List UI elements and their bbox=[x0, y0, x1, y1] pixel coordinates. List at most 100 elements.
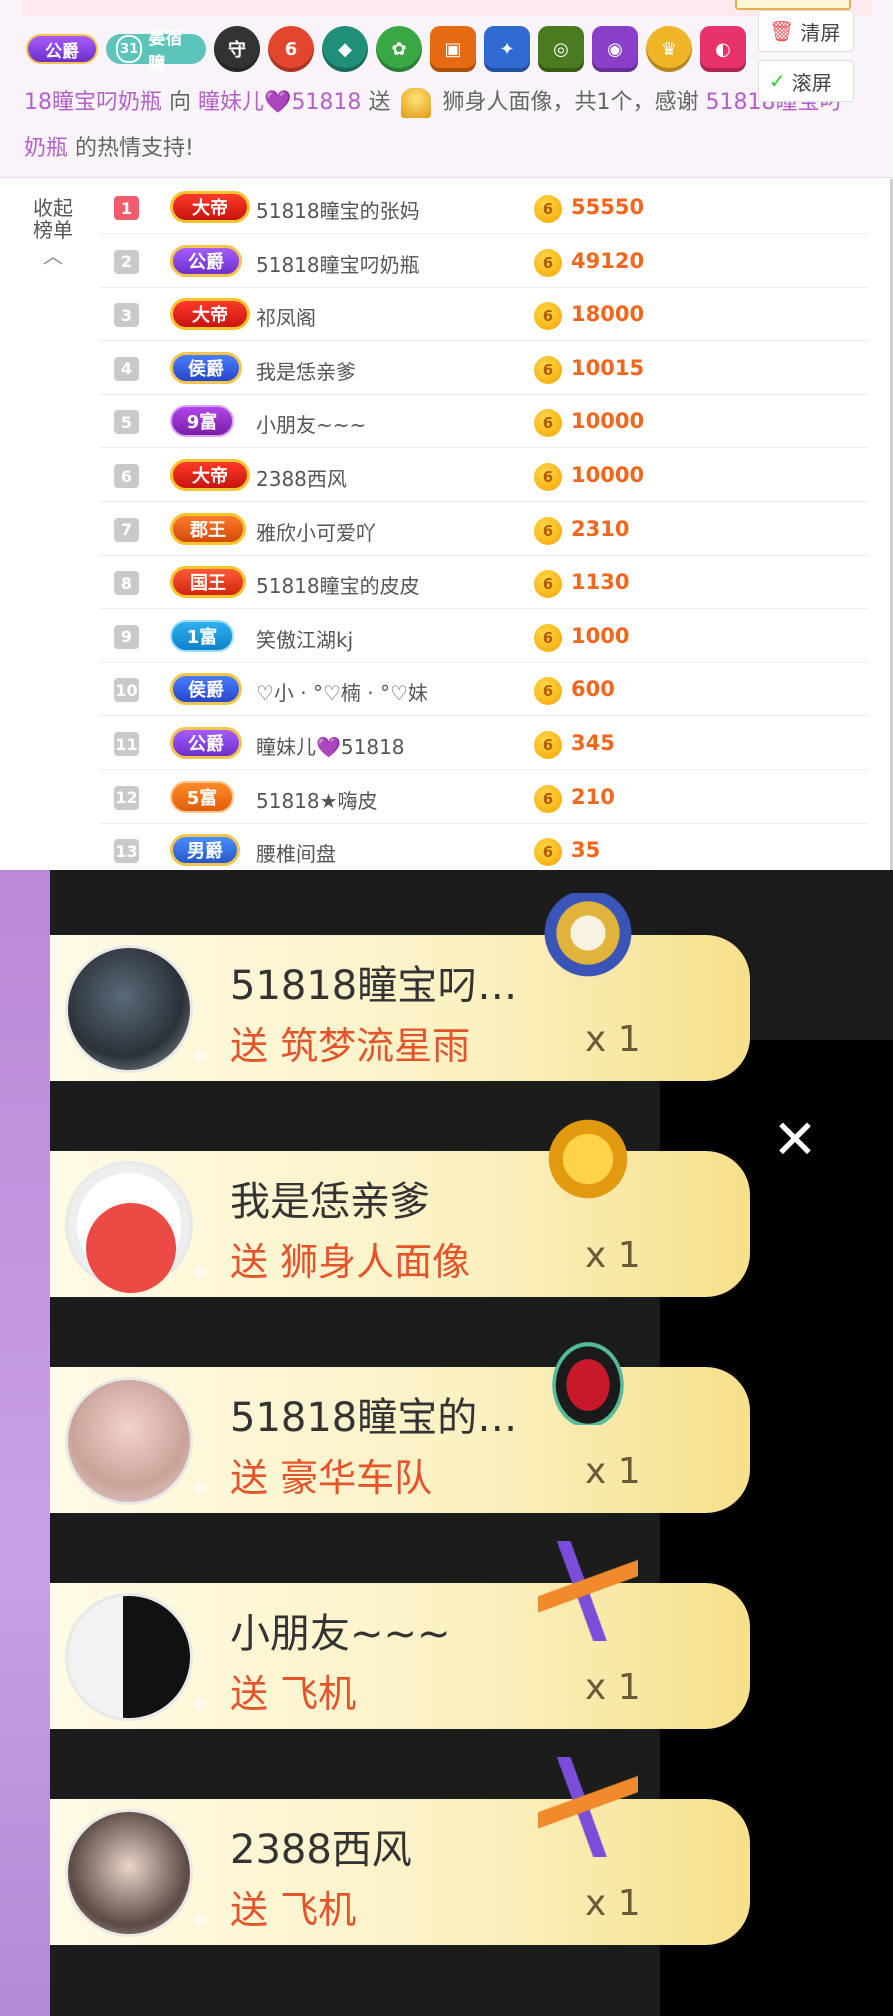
gift-sent-label: 送 狮身人面像 bbox=[230, 1240, 471, 1284]
gift-count: x 1 bbox=[585, 1883, 641, 1924]
score-value: 1000 bbox=[571, 623, 630, 648]
room-id-box bbox=[735, 0, 851, 10]
leaderboard-row[interactable]: 4 侯爵 我是恁亲爹 6 10015 bbox=[100, 342, 868, 395]
leaderboard-row[interactable]: 10 侯爵 ♡小 · °♡楠 · °♡妹 6 600 bbox=[100, 663, 868, 717]
leaderboard-row[interactable]: 3 大帝 祁凤阁 6 18000 bbox=[100, 288, 868, 342]
sender-name[interactable]: 18瞳宝叼奶瓶 bbox=[24, 90, 162, 115]
coin-icon: 6 bbox=[534, 409, 562, 438]
scroll-screen-button[interactable]: ✓ 滚屏 bbox=[758, 60, 854, 102]
collapse-board-button[interactable]: 收起 榜单 ︿ bbox=[28, 197, 78, 267]
spiral-medal-icon: ◎ bbox=[538, 26, 584, 72]
user-name[interactable]: 小朋友~~~ bbox=[256, 409, 366, 438]
avatar[interactable] bbox=[65, 1809, 193, 1937]
leaderboard-row[interactable]: 13 男爵 腰椎间盘 6 35 bbox=[100, 824, 868, 870]
user-name[interactable]: ♡小 · °♡楠 · °♡妹 bbox=[256, 677, 428, 706]
notice-line-2: 18瞳宝叼奶瓶 向 瞳妹儿💜51818 送 狮身人面像，共1个，感谢 51818… bbox=[24, 84, 841, 118]
gift-sent-label: 送 飞机 bbox=[230, 1888, 357, 1932]
gift-sent-label: 送 豪华车队 bbox=[230, 1456, 433, 1500]
user-name[interactable]: 笑傲江湖kj bbox=[256, 624, 353, 653]
gift-text: 狮身人面像，共1个，感谢 bbox=[442, 90, 699, 115]
flower-medal-icon: ✿ bbox=[376, 26, 422, 72]
coin-icon: 6 bbox=[534, 355, 562, 384]
receiver-name[interactable]: 瞳妹儿💜51818 bbox=[198, 90, 361, 115]
score-value: 2310 bbox=[571, 516, 630, 541]
coin-icon: 6 bbox=[534, 731, 562, 759]
user-name[interactable]: 腰椎间盘 bbox=[256, 838, 336, 867]
user-name[interactable]: 51818★嗨皮 bbox=[256, 785, 378, 814]
user-name[interactable]: 51818瞳宝叼奶瓶 bbox=[256, 249, 420, 278]
leaderboard-row[interactable]: 7 郡王 雅欣小可爱吖 6 2310 bbox=[100, 503, 868, 556]
gift-count: x 1 bbox=[585, 1451, 641, 1492]
gift-card: 2388西风送 飞机 x 1 ✦ bbox=[50, 1757, 750, 1945]
noble-title-badge: 大帝 bbox=[170, 191, 250, 223]
airplane-gift-icon bbox=[538, 1757, 638, 1857]
gifter-name: 51818瞳宝叼… bbox=[230, 963, 518, 1009]
sphinx-gift-icon bbox=[401, 88, 432, 118]
trash-icon: 🗑 bbox=[769, 19, 795, 43]
leaderboard-row[interactable]: 9 1富 笑傲江湖kj 6 1000 bbox=[100, 610, 868, 663]
astronaut-gift-icon bbox=[538, 893, 638, 993]
check-circle-icon: ✓ bbox=[769, 69, 786, 93]
user-name[interactable]: 2388西风 bbox=[256, 463, 347, 492]
user-name[interactable]: 51818瞳宝的张妈 bbox=[256, 195, 420, 224]
leaderboard-row[interactable]: 5 9富 小朋友~~~ 6 10000 bbox=[100, 395, 868, 449]
gifter-name: 我是恁亲爹 bbox=[230, 1179, 430, 1225]
fan-club-name: 晏宿瞳 bbox=[148, 29, 183, 74]
user-name[interactable]: 我是恁亲爹 bbox=[256, 356, 356, 385]
leaderboard-row[interactable]: 12 5富 51818★嗨皮 6 210 bbox=[100, 771, 868, 824]
leaderboard-row[interactable]: 2 公爵 51818瞳宝叼奶瓶 6 49120 bbox=[100, 235, 868, 288]
leaderboard-row[interactable]: 6 大帝 2388西风 6 10000 bbox=[100, 449, 868, 502]
rank-number: 12 bbox=[114, 785, 139, 810]
sparkle-icon: ✦ bbox=[190, 1693, 209, 1718]
noble-title-badge: 9富 bbox=[170, 405, 234, 438]
score-value: 35 bbox=[571, 838, 601, 863]
close-icon[interactable]: ✕ bbox=[770, 1113, 820, 1167]
user-name[interactable]: 瞳妹儿💜51818 bbox=[256, 731, 405, 760]
noble-title-badge: 国王 bbox=[170, 566, 246, 599]
noble-title-badge: 郡王 bbox=[170, 512, 246, 545]
noble-title-badge: 5富 bbox=[170, 780, 234, 813]
coin-icon: 6 bbox=[534, 677, 562, 706]
noble-title-badge: 男爵 bbox=[170, 834, 240, 867]
rank-number: 8 bbox=[114, 571, 139, 596]
avatar[interactable] bbox=[65, 1377, 193, 1505]
noble-title-badge: 大帝 bbox=[170, 459, 250, 491]
coin-icon: 6 bbox=[534, 195, 562, 223]
user-name[interactable]: 祁凤阁 bbox=[256, 302, 316, 331]
gift-sent-label: 送 筑梦流星雨 bbox=[230, 1024, 471, 1068]
user-badges: 公爵 31 晏宿瞳 守 6 ◆ ✿ ▣ ✦ ◎ ◉ ♛ ◐ bbox=[26, 26, 746, 74]
noble-title-badge: 侯爵 bbox=[170, 351, 242, 384]
gifter-name: 2388西风 bbox=[230, 1827, 412, 1873]
thanks-name-cont[interactable]: 奶瓶 bbox=[24, 136, 68, 161]
gift-count: x 1 bbox=[585, 1667, 641, 1708]
duke-title-badge: 公爵 bbox=[26, 34, 98, 64]
helmet-medal-icon: ◉ bbox=[592, 26, 638, 72]
noble-title-badge: 1富 bbox=[170, 619, 234, 652]
leaderboard-row[interactable]: 8 国王 51818瞳宝的皮皮 6 1130 bbox=[100, 556, 868, 610]
gifter-name: 小朋友~~~ bbox=[230, 1611, 451, 1657]
user-name[interactable]: 雅欣小可爱吖 bbox=[256, 517, 376, 546]
rank-number: 9 bbox=[114, 624, 139, 649]
score-value: 49120 bbox=[571, 248, 645, 273]
leaderboard-row[interactable]: 11 公爵 瞳妹儿💜51818 6 345 bbox=[100, 717, 868, 770]
gift-animation-panel: 51818瞳宝叼… 送 筑梦流星雨 x 1 ✦ 我是恁亲爹送 狮身人面像 x 1 ✦ 5181… bbox=[0, 870, 893, 2016]
avatar[interactable] bbox=[65, 945, 193, 1073]
sparkle-icon: ✦ bbox=[190, 1909, 209, 1934]
score-value: 600 bbox=[571, 677, 615, 702]
rank-number: 4 bbox=[114, 356, 139, 381]
sparkle-icon: ✦ bbox=[190, 1261, 209, 1286]
shield-medal-icon: 守 bbox=[214, 26, 260, 72]
score-value: 18000 bbox=[571, 302, 645, 327]
score-value: 210 bbox=[571, 784, 615, 809]
coin-icon: 6 bbox=[534, 302, 562, 331]
score-value: 10000 bbox=[571, 409, 645, 434]
crown-medal-icon: ♛ bbox=[646, 26, 692, 72]
clear-screen-button[interactable]: 🗑 清屏 bbox=[758, 10, 854, 52]
coin-icon: 6 bbox=[534, 248, 562, 277]
gifter-name: 51818瞳宝的… bbox=[230, 1395, 518, 1441]
avatar[interactable] bbox=[65, 1593, 193, 1721]
sparkle-icon: ✦ bbox=[190, 1045, 209, 1070]
leaderboard-row[interactable]: 1 大帝 51818瞳宝的张妈 6 55550 bbox=[100, 181, 868, 234]
rank-number: 7 bbox=[114, 517, 139, 542]
user-name[interactable]: 51818瞳宝的皮皮 bbox=[256, 570, 420, 599]
